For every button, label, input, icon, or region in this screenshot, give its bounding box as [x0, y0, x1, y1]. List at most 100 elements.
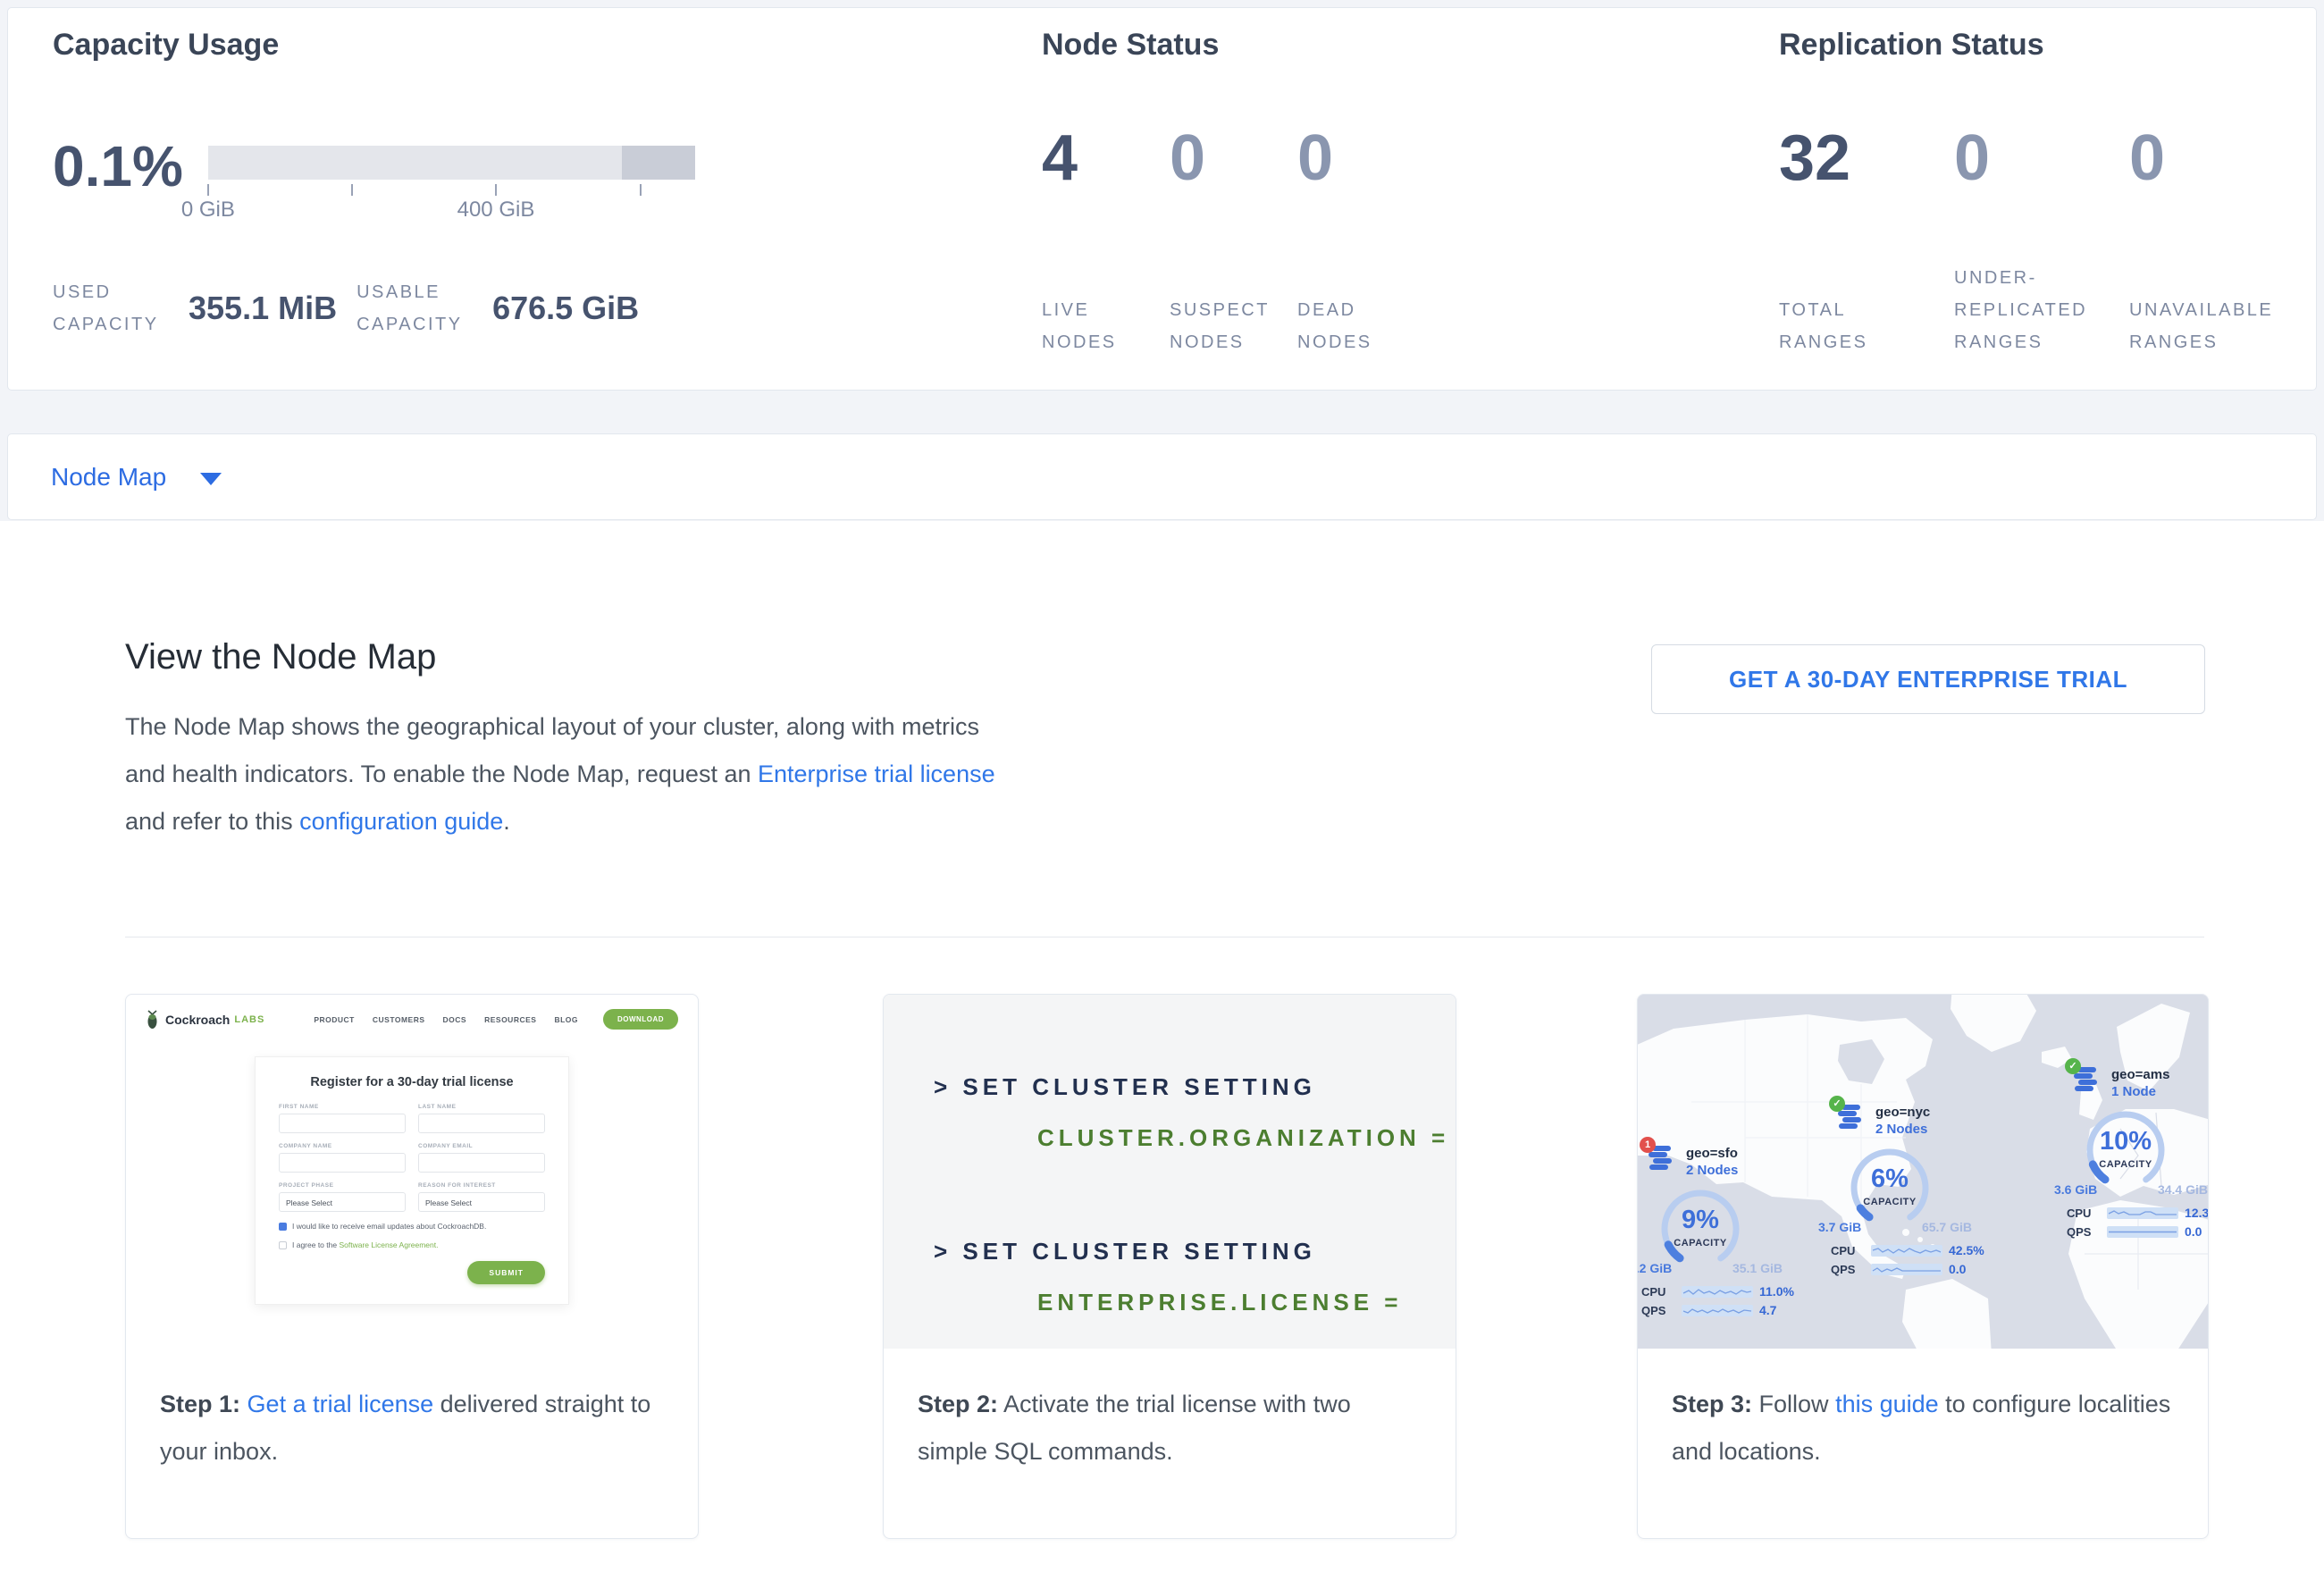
mock-download-button: DOWNLOAD — [603, 1009, 678, 1030]
license-agree-checkbox — [279, 1241, 287, 1249]
locality-nyc: ✓ geo=nyc 2 Nodes — [1836, 1104, 2001, 1276]
step3-card: 1 geo=sfo 2 Nodes — [1637, 994, 2209, 1539]
unavailable-label: UNAVAILABLE RANGES — [2129, 294, 2283, 358]
node-map-enablement-section: View the Node Map The Node Map shows the… — [0, 521, 2324, 1589]
locality-sfo: 1 geo=sfo 2 Nodes — [1647, 1145, 1812, 1317]
ams-name: geo=ams — [2111, 1066, 2169, 1083]
first-name-label: FIRST NAME — [279, 1104, 406, 1110]
sparkline — [2107, 1207, 2178, 1219]
sfo-qps-label: QPS — [1641, 1304, 1675, 1317]
under-replicated-label: UNDER-REPLICATED RANGES — [1954, 262, 2108, 358]
node-status-title: Node Status — [1042, 28, 1219, 63]
enterprise-trial-button[interactable]: GET A 30-DAY ENTERPRISE TRIAL — [1651, 644, 2205, 714]
mock-nav-docs: DOCS — [443, 1015, 467, 1024]
configuration-guide-link[interactable]: configuration guide — [299, 808, 503, 835]
ams-qps-label: QPS — [2067, 1225, 2101, 1239]
last-name-label: LAST NAME — [418, 1104, 545, 1110]
sparkline — [1871, 1264, 1942, 1275]
total-ranges-label: TOTAL RANGES — [1779, 294, 1933, 358]
ams-node-count: 1 Node — [2111, 1083, 2169, 1100]
nyc-capacity-gauge: 6% CAPACITY — [1845, 1143, 1934, 1232]
sfo-node-count: 2 Nodes — [1686, 1162, 1738, 1179]
sfo-cpu-value: 11.0% — [1759, 1284, 1812, 1299]
ams-capacity-percent: 10% — [2081, 1127, 2170, 1156]
company-name-field — [279, 1153, 406, 1173]
sql-setting-1: CLUSTER.ORGANIZATION = — [884, 1124, 1456, 1152]
capacity-bar-other-segment — [622, 146, 695, 180]
replication-status-title: Replication Status — [1779, 28, 2044, 63]
sparkline — [1682, 1286, 1753, 1298]
node-status-section: Node Status 4 0 0 LIVE NODES SUSPECT NOD… — [1042, 8, 1703, 390]
sql-commands-panel: > SET CLUSTER SETTING CLUSTER.ORGANIZATI… — [884, 995, 1456, 1349]
nyc-cpu-value: 42.5% — [1949, 1243, 2001, 1257]
get-trial-license-link[interactable]: Get a trial license — [248, 1391, 434, 1417]
cockroach-bug-icon — [146, 1010, 159, 1030]
capacity-usage-title: Capacity Usage — [53, 28, 279, 63]
first-name-field — [279, 1114, 406, 1133]
usable-capacity-label: USABLE CAPACITY — [357, 276, 492, 340]
intro-paragraph: The Node Map shows the geographical layo… — [125, 703, 1001, 845]
nyc-node-count: 2 Nodes — [1875, 1121, 1930, 1138]
registration-form-thumbnail: Cockroach LABS PRODUCT CUSTOMERS DOCS RE… — [126, 995, 698, 1349]
chevron-down-icon — [200, 473, 222, 485]
sfo-cpu-label: CPU — [1641, 1285, 1675, 1299]
sfo-name: geo=sfo — [1686, 1145, 1738, 1162]
mock-form-title: Register for a 30-day trial license — [279, 1075, 545, 1089]
dead-nodes-label: DEAD NODES — [1297, 294, 1412, 358]
email-updates-label: I would like to receive email updates ab… — [292, 1222, 486, 1231]
nyc-capacity-percent: 6% — [1845, 1164, 1934, 1194]
nyc-qps-label: QPS — [1831, 1263, 1865, 1276]
nyc-healthy-badge: ✓ — [1829, 1096, 1845, 1112]
under-replicated-count: 0 — [1954, 122, 2129, 194]
node-map-thumbnail: 1 geo=sfo 2 Nodes — [1638, 995, 2208, 1349]
step1-caption: Step 1: Get a trial license delivered st… — [126, 1349, 698, 1476]
replication-status-section: Replication Status 32 0 0 TOTAL RANGES U… — [1779, 8, 2324, 390]
reason-select: Please Select — [418, 1192, 545, 1212]
nyc-qps-value: 0.0 — [1949, 1262, 2001, 1276]
capacity-usage-section: Capacity Usage 0.1% 0 GiB 400 Gi — [53, 8, 785, 390]
step3-caption: Step 3: Follow this guide to configure l… — [1638, 1349, 2208, 1476]
sfo-capacity-gauge: 9% CAPACITY — [1656, 1184, 1745, 1274]
sparkline — [1682, 1305, 1753, 1316]
project-phase-select: Please Select — [279, 1192, 406, 1212]
reason-label: REASON FOR INTEREST — [418, 1182, 545, 1189]
enterprise-trial-license-link[interactable]: Enterprise trial license — [758, 761, 995, 787]
capacity-tick-0: 0 GiB — [181, 198, 235, 223]
ams-qps-value: 0.0 — [2185, 1224, 2208, 1239]
locality-ams: ✓ geo=ams 1 Node — [2072, 1066, 2208, 1239]
capacity-percent: 0.1% — [53, 131, 183, 223]
view-selector-bar: Node Map — [7, 433, 2317, 520]
sfo-qps-value: 4.7 — [1759, 1303, 1812, 1317]
nyc-capacity-label: CAPACITY — [1845, 1197, 1934, 1207]
suspect-nodes-label: SUSPECT NODES — [1170, 294, 1284, 358]
this-guide-link[interactable]: this guide — [1835, 1391, 1939, 1417]
step2-caption: Step 2: Activate the trial license with … — [884, 1349, 1456, 1476]
sql-command-2: > SET CLUSTER SETTING — [884, 1238, 1456, 1265]
sfo-capacity-label: CAPACITY — [1656, 1238, 1745, 1248]
nyc-name: geo=nyc — [1875, 1104, 1930, 1121]
ams-cpu-value: 12.3% — [2185, 1206, 2208, 1220]
ams-cpu-label: CPU — [2067, 1206, 2101, 1220]
cockroach-labs-logo: Cockroach LABS — [146, 1010, 264, 1030]
company-name-label: COMPANY NAME — [279, 1143, 406, 1149]
mock-nav-product: PRODUCT — [314, 1015, 355, 1024]
unavailable-count: 0 — [2129, 122, 2165, 194]
license-agreement-link: Software License Agreement. — [339, 1240, 438, 1249]
mock-submit-button: SUBMIT — [467, 1261, 545, 1284]
email-updates-checkbox — [279, 1223, 287, 1231]
sparkline — [1871, 1245, 1942, 1257]
cluster-summary-panel: Capacity Usage 0.1% 0 GiB 400 Gi — [7, 7, 2317, 391]
mock-trial-form: Register for a 30-day trial license FIRS… — [255, 1056, 569, 1305]
dead-nodes-count: 0 — [1297, 122, 1333, 194]
node-map-dropdown[interactable]: Node Map — [51, 463, 222, 492]
ams-capacity-gauge: 10% CAPACITY — [2081, 1106, 2170, 1195]
step2-card: > SET CLUSTER SETTING CLUSTER.ORGANIZATI… — [883, 994, 1456, 1539]
live-nodes-count: 4 — [1042, 122, 1170, 194]
capacity-bar — [208, 146, 695, 180]
capacity-axis-ticks — [208, 180, 695, 196]
sql-command-1: > SET CLUSTER SETTING — [884, 1073, 1456, 1101]
company-email-label: COMPANY EMAIL — [418, 1143, 545, 1149]
page-title: View the Node Map — [125, 637, 436, 677]
capacity-tick-400: 400 GiB — [457, 198, 535, 223]
used-capacity-label: USED CAPACITY — [53, 276, 189, 340]
